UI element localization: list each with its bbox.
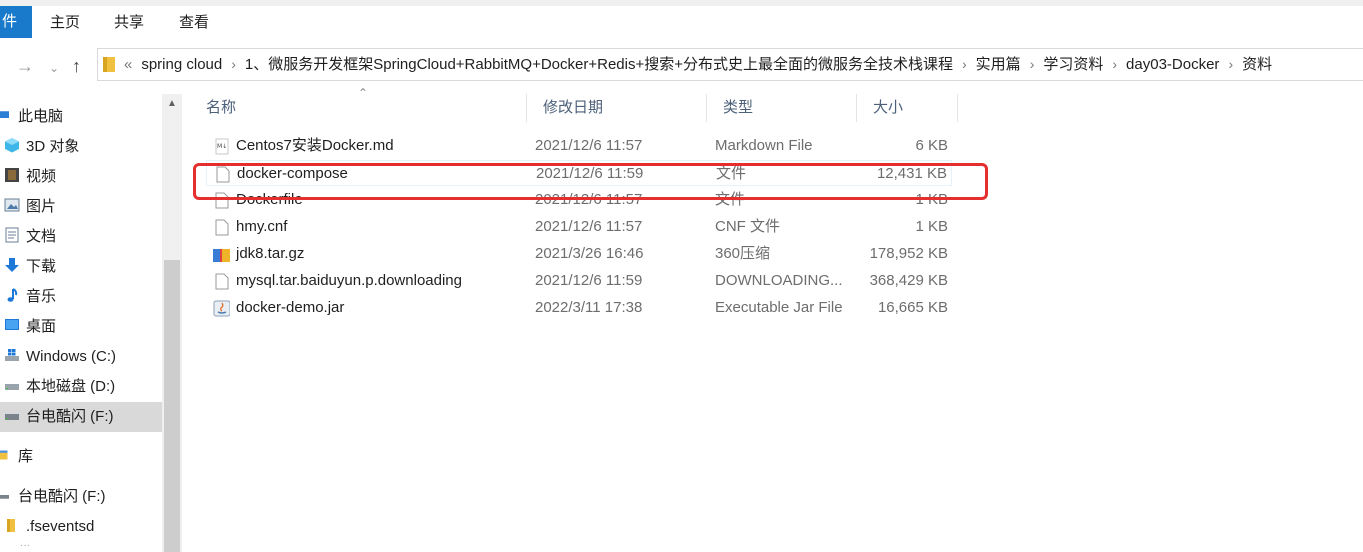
breadcrumb-item[interactable]: spring cloud	[141, 56, 222, 73]
file-type: DOWNLOADING...	[715, 272, 843, 289]
sidebar-item-music[interactable]: 音乐	[4, 282, 56, 312]
forward-arrow-icon[interactable]: →	[16, 56, 34, 76]
scroll-up-arrow-icon[interactable]: ▲	[162, 94, 182, 114]
file-icon	[215, 273, 229, 290]
breadcrumb: « spring cloud › 1、微服务开发框架SpringCloud+Rabbi…	[124, 49, 1272, 80]
sidebar-item-usb-f[interactable]: 台电酷闪 (F:)	[0, 402, 162, 432]
downloads-icon	[5, 258, 19, 273]
file-date: 2021/12/6 11:57	[535, 218, 643, 235]
tab-share[interactable]: 共享	[114, 10, 144, 36]
drive-icon	[5, 384, 19, 391]
column-header-type[interactable]: 类型	[707, 94, 857, 122]
documents-icon	[5, 227, 19, 243]
music-icon	[7, 288, 18, 302]
breadcrumb-chevron-icon[interactable]: ›	[1030, 56, 1035, 72]
file-name: jdk8.tar.gz	[236, 245, 305, 262]
pc-icon	[0, 111, 9, 119]
breadcrumb-chevron-icon[interactable]: ›	[231, 56, 236, 72]
column-header-date[interactable]: 修改日期	[527, 94, 707, 122]
file-row[interactable]: hmy.cnf 2021/12/6 11:57 CNF 文件 1 KB	[206, 214, 952, 240]
file-size: 178,952 KB	[869, 245, 948, 262]
breadcrumb-item[interactable]: 资料	[1242, 56, 1272, 73]
sidebar-item-desktop[interactable]: 桌面	[4, 312, 56, 342]
breadcrumb-item[interactable]: 1、微服务开发框架SpringCloud+RabbitMQ+Docker+Red…	[245, 56, 953, 73]
tab-file[interactable]: 件	[0, 6, 32, 38]
file-type: Executable Jar File	[715, 299, 843, 316]
file-size: 6 KB	[915, 137, 948, 154]
tab-view[interactable]: 查看	[179, 10, 209, 36]
folder-icon	[103, 57, 115, 72]
tab-home[interactable]: 主页	[50, 10, 80, 36]
file-size: 16,665 KB	[877, 299, 948, 316]
sidebar-item-pictures[interactable]: 图片	[4, 192, 56, 222]
usb-drive-icon	[0, 495, 9, 499]
breadcrumb-overflow[interactable]: «	[124, 56, 132, 73]
sidebar-item-downloads[interactable]: 下载	[4, 252, 56, 282]
sidebar-item-windows-c[interactable]: Windows (C:)	[4, 342, 116, 372]
file-name: hmy.cnf	[236, 218, 288, 235]
file-date: 2021/12/6 11:57	[535, 137, 643, 154]
file-date: 2021/12/6 11:59	[535, 272, 643, 289]
file-size: 1 KB	[915, 218, 948, 235]
breadcrumb-item[interactable]: day03-Docker	[1126, 56, 1219, 73]
title-bar	[0, 0, 1363, 6]
breadcrumb-chevron-icon[interactable]: ›	[1112, 56, 1117, 72]
file-row[interactable]: mysql.tar.baiduyun.p.downloading 2021/12…	[206, 268, 952, 294]
sidebar-item-fseventsd[interactable]: .fseventsd	[4, 512, 94, 542]
file-icon	[215, 219, 229, 236]
column-header-name[interactable]: 名称	[190, 94, 527, 122]
folder-icon	[7, 519, 15, 533]
navigation-pane: 此电脑 3D 对象 视频 图片 文档 下载 音乐 桌面 Windows (C:)…	[0, 94, 162, 552]
breadcrumb-item[interactable]: 学习资料	[1043, 56, 1103, 73]
breadcrumb-chevron-icon[interactable]: ›	[1228, 56, 1233, 72]
file-size: 368,429 KB	[869, 272, 948, 289]
svg-text:M↓: M↓	[217, 143, 227, 150]
sidebar-item-libraries[interactable]: 库	[0, 442, 33, 472]
sidebar-item-videos[interactable]: 视频	[4, 162, 56, 192]
sidebar-item-usb-f-root[interactable]: 台电酷闪 (F:)	[0, 482, 106, 512]
sidebar-item-3d-objects[interactable]: 3D 对象	[4, 132, 79, 162]
sidebar-scrollbar[interactable]: ▲	[162, 94, 182, 552]
sidebar-item-this-pc[interactable]: 此电脑	[0, 102, 63, 132]
archive-icon	[213, 249, 230, 262]
3d-objects-icon	[5, 138, 19, 153]
breadcrumb-item[interactable]: 实用篇	[976, 56, 1021, 73]
address-bar[interactable]: « spring cloud › 1、微服务开发框架SpringCloud+Rabbi…	[97, 48, 1363, 81]
jar-file-icon	[213, 300, 230, 317]
breadcrumb-chevron-icon[interactable]: ›	[962, 56, 967, 72]
sidebar-item-local-disk-d[interactable]: 本地磁盘 (D:)	[4, 372, 115, 402]
recent-locations-chevron-icon[interactable]: ⌄	[49, 58, 59, 78]
file-row[interactable]: M↓ Centos7安装Docker.md 2021/12/6 11:57 Ma…	[206, 133, 952, 159]
usb-drive-icon	[5, 414, 19, 421]
file-type: CNF 文件	[715, 218, 780, 235]
highlight-annotation	[193, 163, 988, 200]
file-name: docker-demo.jar	[236, 299, 345, 316]
column-header-size[interactable]: 大小	[857, 94, 958, 122]
file-date: 2022/3/11 17:38	[535, 299, 643, 316]
windows-drive-icon	[5, 349, 19, 362]
file-row[interactable]: docker-demo.jar 2022/3/11 17:38 Executab…	[206, 295, 952, 321]
scrollbar-thumb[interactable]	[164, 260, 180, 552]
ribbon: 件 主页 共享 查看	[0, 0, 1363, 39]
library-icon	[0, 450, 8, 460]
file-type: 360压缩	[715, 245, 771, 262]
markdown-file-icon: M↓	[215, 138, 229, 155]
sidebar-item-documents[interactable]: 文档	[4, 222, 56, 252]
video-icon	[5, 168, 19, 183]
pictures-icon	[4, 198, 20, 212]
file-name: mysql.tar.baiduyun.p.downloading	[236, 272, 462, 289]
desktop-icon	[5, 319, 19, 331]
file-name: Centos7安装Docker.md	[236, 137, 394, 154]
file-type: Markdown File	[715, 137, 813, 154]
file-date: 2021/3/26 16:46	[535, 245, 644, 262]
sidebar-item-partial: ···	[20, 540, 30, 551]
up-arrow-icon[interactable]: ↑	[72, 56, 81, 76]
file-row[interactable]: jdk8.tar.gz 2021/3/26 16:46 360压缩 178,95…	[206, 241, 952, 267]
